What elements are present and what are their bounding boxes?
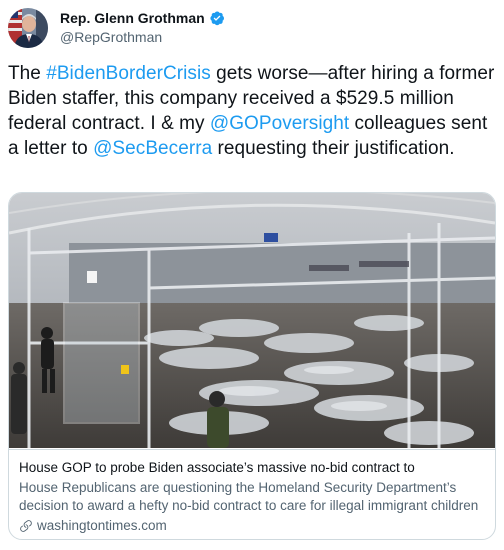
link-icon	[19, 519, 33, 533]
mention-link[interactable]: @SecBecerra	[93, 138, 212, 159]
author-names: Rep. Glenn Grothman @RepGrothman	[60, 9, 225, 47]
author-handle[interactable]: @RepGrothman	[60, 28, 225, 47]
verified-badge-icon	[209, 10, 225, 26]
card-image[interactable]	[9, 193, 495, 448]
card-title[interactable]: House GOP to probe Biden associate’s mas…	[19, 459, 485, 477]
card-domain[interactable]: washingtontimes.com	[37, 517, 167, 535]
tweet-text-segment: The	[8, 63, 47, 84]
mention-link[interactable]: @GOPoversight	[210, 113, 349, 134]
tweet-text: The #BidenBorderCrisis gets worse—after …	[8, 61, 496, 161]
tweet-text-segment: requesting their justification.	[212, 138, 455, 159]
hashtag-link[interactable]: #BidenBorderCrisis	[46, 63, 211, 84]
card-description[interactable]: House Republicans are questioning the Ho…	[19, 479, 485, 515]
card-body[interactable]: House GOP to probe Biden associate’s mas…	[9, 449, 495, 539]
author-display-name[interactable]: Rep. Glenn Grothman	[60, 9, 205, 27]
author-display-name-row[interactable]: Rep. Glenn Grothman	[60, 9, 225, 27]
card-domain-row[interactable]: washingtontimes.com	[19, 517, 485, 535]
link-card[interactable]: House GOP to probe Biden associate’s mas…	[8, 192, 496, 540]
avatar[interactable]	[8, 8, 48, 48]
tweet-header: Rep. Glenn Grothman @RepGrothman	[8, 8, 496, 48]
